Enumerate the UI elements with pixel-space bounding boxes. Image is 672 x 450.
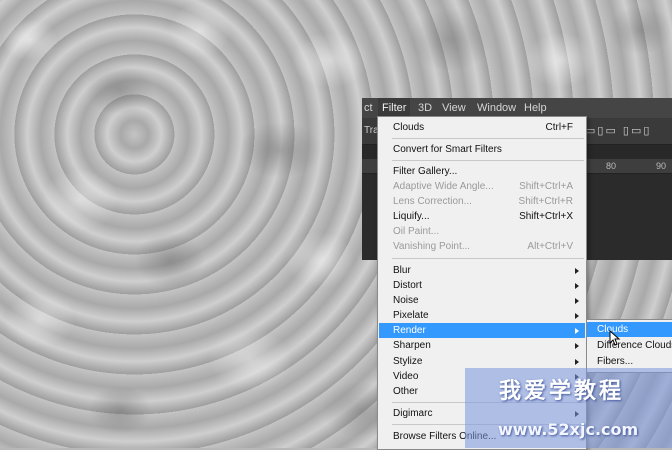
menu-item-filter-gallery[interactable]: Filter Gallery... (379, 164, 585, 179)
menu-filter[interactable]: Filter (378, 98, 411, 118)
menu-item-vanishing-point: Vanishing Point... Alt+Ctrl+V (393, 241, 573, 252)
menu-window[interactable]: Window (477, 102, 516, 114)
submenu-arrow-icon (575, 359, 579, 365)
menu-item-convert-smart-filters[interactable]: Convert for Smart Filters (379, 142, 585, 157)
menu-item-distort[interactable]: Distort (379, 278, 585, 293)
menu-item-pixelate[interactable]: Pixelate (379, 308, 585, 323)
submenu-item-fibers[interactable]: Fibers... (587, 354, 672, 369)
menu-help[interactable]: Help (524, 102, 547, 114)
menu-3d[interactable]: 3D (418, 102, 432, 114)
submenu-arrow-icon (575, 343, 579, 349)
menu-item-sharpen[interactable]: Sharpen (379, 338, 585, 353)
menu-bar: ct Filter 3D View Window Help (362, 98, 672, 118)
menu-partial-select[interactable]: ct (364, 102, 373, 114)
submenu-arrow-icon (575, 298, 579, 304)
align-icons[interactable]: ▭▯▭ ▯▭▯ (585, 124, 651, 137)
menu-item-liquify[interactable]: Liquify... Shift+Ctrl+X (379, 209, 585, 224)
menu-item-noise[interactable]: Noise (379, 293, 585, 308)
submenu-arrow-icon (575, 283, 579, 289)
menu-item-render[interactable]: Render (379, 323, 585, 338)
submenu-arrow-icon (575, 313, 579, 319)
ruler-tick: 80 (606, 161, 617, 171)
watermark-url: www.52xjc.com (498, 420, 639, 439)
submenu-arrow-icon (575, 268, 579, 274)
menu-separator (392, 160, 584, 161)
render-submenu: Clouds Difference Clouds Fibers... (586, 319, 672, 373)
menu-item-adaptive-wide-angle: Adaptive Wide Angle... Shift+Ctrl+A (393, 181, 573, 192)
menu-item-blur[interactable]: Blur (379, 263, 585, 278)
menu-separator (392, 138, 584, 139)
submenu-item-clouds[interactable]: Clouds (587, 322, 672, 337)
mouse-cursor-icon (609, 330, 621, 346)
menu-separator (392, 258, 584, 259)
watermark-title: 我爱学教程 (499, 379, 625, 404)
submenu-item-difference-clouds[interactable]: Difference Clouds (587, 338, 672, 353)
menu-item-lens-correction: Lens Correction... Shift+Ctrl+R (393, 196, 573, 207)
menu-item-clouds-last[interactable]: Clouds Ctrl+F (379, 120, 585, 135)
menu-item-oil-paint: Oil Paint... (393, 226, 440, 237)
ruler-tick: 90 (656, 161, 667, 171)
menu-item-stylize[interactable]: Stylize (379, 354, 585, 369)
menu-view[interactable]: View (442, 102, 466, 114)
submenu-arrow-icon (575, 328, 579, 334)
